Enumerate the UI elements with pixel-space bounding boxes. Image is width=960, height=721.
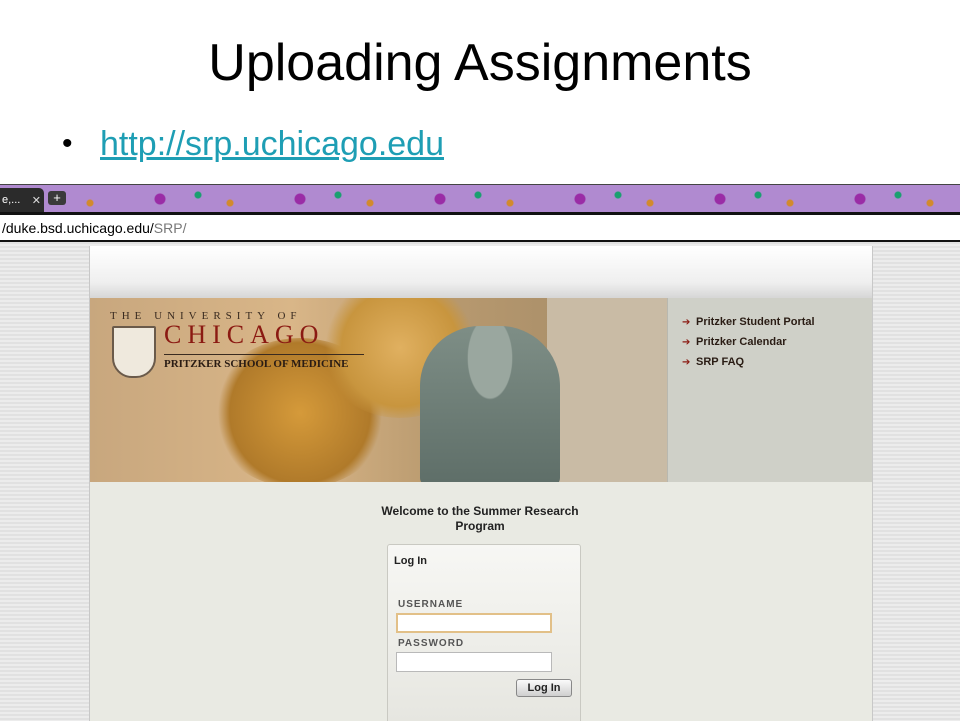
browser-screenshot: e,... ✕ + /duke.bsd.uchicago.edu/SRP/ TH… <box>0 184 960 721</box>
crest-icon <box>112 326 156 378</box>
welcome-heading: Welcome to the Summer Research Program <box>381 504 579 533</box>
username-input[interactable] <box>396 613 552 633</box>
srp-link[interactable]: http://srp.uchicago.edu <box>100 125 444 164</box>
url-host: /duke.bsd.uchicago.edu/ <box>2 219 154 236</box>
quick-links: ➔ Pritzker Student Portal ➔ Pritzker Cal… <box>667 298 872 482</box>
link-srp-faq[interactable]: ➔ SRP FAQ <box>668 352 872 372</box>
page-header-bar <box>90 246 872 298</box>
login-title: Log In <box>394 555 427 567</box>
username-label: USERNAME <box>398 599 464 610</box>
link-calendar[interactable]: ➔ Pritzker Calendar <box>668 332 872 352</box>
logo-chicago-text: CHICAGO <box>164 320 325 349</box>
logo-school-text: PRITZKER SCHOOL OF MEDICINE <box>164 358 349 370</box>
bullet-item: • http://srp.uchicago.edu <box>62 118 444 170</box>
bullet-dot: • <box>62 127 73 160</box>
link-label: Pritzker Student Portal <box>696 316 815 328</box>
tab-strip: e,... ✕ + <box>0 185 960 212</box>
arrow-icon: ➔ <box>682 356 691 368</box>
slide-title: Uploading Assignments <box>208 34 752 92</box>
banner: THE UNIVERSITY OF CHICAGO PRITZKER SCHOO… <box>90 298 872 482</box>
login-button[interactable]: Log In <box>516 679 572 697</box>
link-label: SRP FAQ <box>696 356 745 368</box>
logo-divider <box>164 354 364 355</box>
browser-tab[interactable]: e,... ✕ <box>0 188 44 212</box>
close-icon[interactable]: ✕ <box>32 194 41 207</box>
link-label: Pritzker Calendar <box>696 336 787 348</box>
campus-photo: THE UNIVERSITY OF CHICAGO PRITZKER SCHOO… <box>90 298 667 482</box>
srp-page: THE UNIVERSITY OF CHICAGO PRITZKER SCHOO… <box>89 246 873 721</box>
url-path: SRP/ <box>153 219 187 236</box>
arrow-icon: ➔ <box>682 336 691 348</box>
tab-title: e,... <box>2 194 21 206</box>
browser-viewport: THE UNIVERSITY OF CHICAGO PRITZKER SCHOO… <box>0 242 960 721</box>
login-form: Log In USERNAME PASSWORD Log In <box>387 544 581 721</box>
password-label: PASSWORD <box>398 638 465 649</box>
url-text: /duke.bsd.uchicago.edu/SRP/ <box>0 220 186 236</box>
link-student-portal[interactable]: ➔ Pritzker Student Portal <box>668 312 872 332</box>
new-tab-button[interactable]: + <box>48 191 66 205</box>
building <box>547 298 667 482</box>
address-bar[interactable]: /duke.bsd.uchicago.edu/SRP/ <box>0 212 960 242</box>
password-input[interactable] <box>396 652 552 672</box>
arrow-icon: ➔ <box>682 316 691 328</box>
statue <box>420 326 560 482</box>
